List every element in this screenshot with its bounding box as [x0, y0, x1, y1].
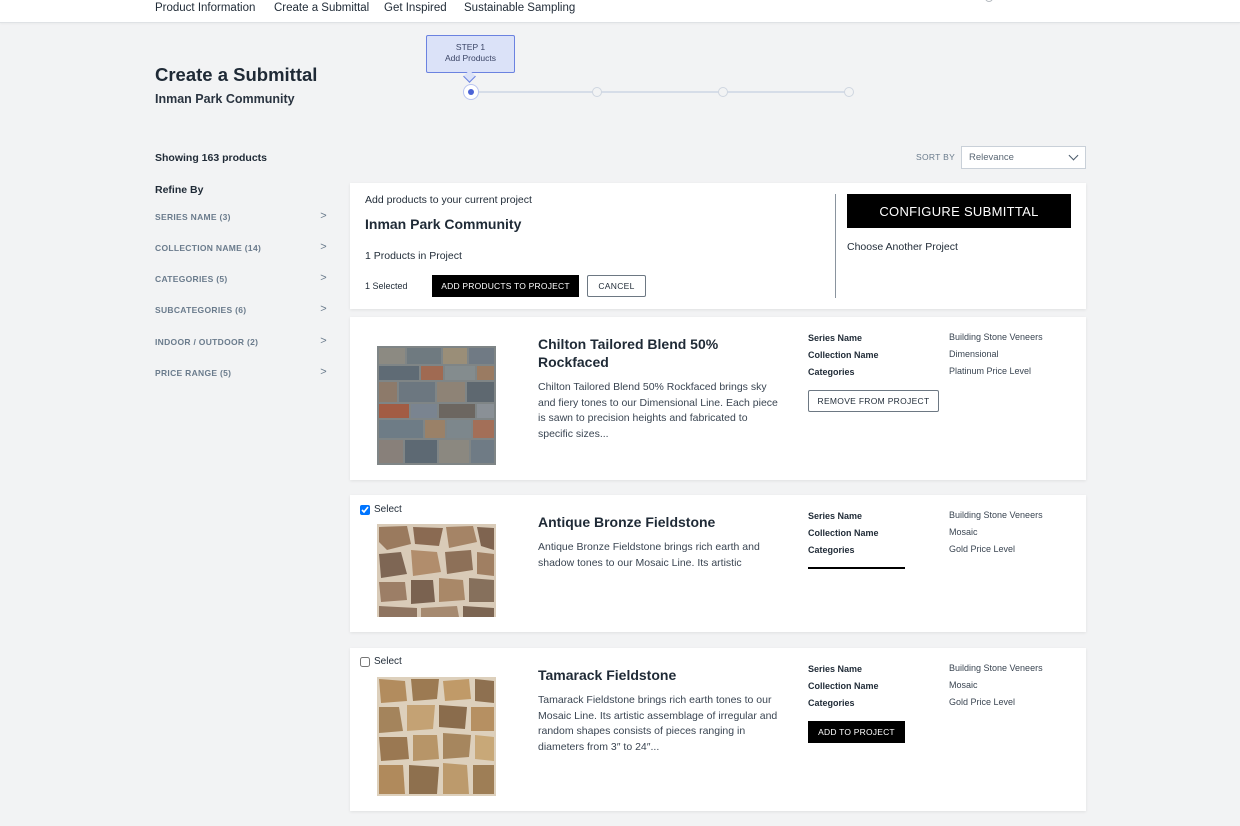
project-product-count: 1 Products in Project — [365, 250, 462, 262]
nav-sustainable-sampling[interactable]: Sustainable Sampling — [464, 2, 575, 14]
product-title[interactable]: Chilton Tailored Blend 50% Rockfaced — [538, 335, 738, 371]
search-icon[interactable] — [985, 0, 993, 2]
filter-subcategories[interactable]: SUBCATEGORIES (6) > — [155, 303, 327, 321]
chevron-right-icon: > — [320, 303, 327, 315]
spec-value: Gold Price Level — [949, 697, 1016, 707]
select-checkbox[interactable] — [360, 504, 370, 515]
spec-label: Series Name — [808, 333, 863, 343]
spec-value: Mosaic — [949, 680, 978, 690]
chevron-right-icon: > — [320, 241, 327, 253]
product-card: Chilton Tailored Blend 50% Rockfaced Chi… — [350, 317, 1086, 480]
spec-value: Platinum Price Level — [949, 366, 1032, 376]
select-checkbox[interactable] — [360, 656, 370, 667]
filter-collection-name[interactable]: COLLECTION NAME (14) > — [155, 241, 327, 259]
spec-label: Series Name — [808, 664, 863, 674]
product-image — [377, 524, 496, 617]
chevron-right-icon: > — [320, 366, 327, 378]
nav-create-submittal[interactable]: Create a Submittal — [274, 2, 369, 14]
filter-label: SERIES NAME (3) — [155, 212, 231, 222]
product-description: Tamarack Fieldstone brings rich earth to… — [538, 694, 778, 753]
sort-value: Relevance — [969, 152, 1014, 163]
chevron-down-icon — [1068, 150, 1079, 161]
spec-label: Series Name — [808, 511, 863, 521]
divider — [835, 194, 836, 298]
spec-value: Building Stone Veneers — [949, 510, 1043, 520]
filter-categories[interactable]: CATEGORIES (5) > — [155, 272, 327, 290]
product-card: Select Tamarack Fieldstone Tamarack Fiel… — [350, 648, 1086, 811]
spec-value: Building Stone Veneers — [949, 663, 1043, 673]
spec-label: Collection Name — [808, 681, 879, 691]
nav-product-information[interactable]: Product Information — [155, 2, 255, 14]
spec-label: Collection Name — [808, 528, 879, 538]
selected-count: 1 Selected — [365, 281, 408, 291]
step-dot-4[interactable] — [844, 87, 854, 97]
add-products-to-project-button[interactable]: ADD PRODUCTS TO PROJECT — [432, 275, 579, 297]
project-subtitle: Inman Park Community — [155, 92, 295, 106]
spec-label: Collection Name — [808, 350, 879, 360]
configure-submittal-button[interactable]: CONFIGURE SUBMITTAL — [847, 194, 1071, 228]
filter-label: PRICE RANGE (5) — [155, 368, 232, 378]
filter-price-range[interactable]: PRICE RANGE (5) > — [155, 366, 327, 384]
results-count: Showing 163 products — [155, 152, 268, 164]
stepper-track — [471, 91, 849, 93]
filter-label: COLLECTION NAME (14) — [155, 243, 262, 253]
product-title[interactable]: Tamarack Fieldstone — [538, 666, 738, 684]
select-label: Select — [374, 656, 402, 667]
project-name: Inman Park Community — [365, 216, 522, 232]
chevron-right-icon: > — [320, 272, 327, 284]
spec-value: Gold Price Level — [949, 544, 1016, 554]
sort-label: SORT BY — [916, 152, 956, 162]
product-description: Antique Bronze Fieldstone brings rich ea… — [538, 541, 760, 569]
chevron-right-icon: > — [320, 210, 327, 222]
choose-another-project-link[interactable]: Choose Another Project — [847, 241, 958, 253]
product-select[interactable]: Select — [360, 656, 402, 667]
step-tooltip: STEP 1 Add Products — [426, 35, 515, 73]
step-dot-2[interactable] — [592, 87, 602, 97]
top-nav: Product Information Create a Submittal G… — [0, 0, 1240, 23]
spec-value: Dimensional — [949, 349, 999, 359]
cancel-button[interactable]: CANCEL — [587, 275, 646, 297]
product-select[interactable]: Select — [360, 504, 402, 515]
filter-label: INDOOR / OUTDOOR (2) — [155, 337, 259, 347]
step-name: Add Products — [444, 53, 497, 63]
spec-label: Categories — [808, 545, 855, 555]
step-dot-3[interactable] — [718, 87, 728, 97]
select-label: Select — [374, 504, 402, 515]
chevron-right-icon: > — [320, 335, 327, 347]
product-image — [377, 677, 496, 796]
action-button-partial[interactable] — [808, 567, 905, 569]
product-description: Chilton Tailored Blend 50% Rockfaced bri… — [538, 381, 778, 440]
filter-indoor-outdoor[interactable]: INDOOR / OUTDOOR (2) > — [155, 335, 327, 353]
filter-label: SUBCATEGORIES (6) — [155, 305, 247, 315]
nav-get-inspired[interactable]: Get Inspired — [384, 2, 447, 14]
filter-series-name[interactable]: SERIES NAME (3) > — [155, 210, 327, 228]
filter-label: CATEGORIES (5) — [155, 274, 228, 284]
product-title[interactable]: Antique Bronze Fieldstone — [538, 513, 738, 531]
add-to-project-button[interactable]: ADD TO PROJECT — [808, 721, 905, 743]
remove-from-project-button[interactable]: REMOVE FROM PROJECT — [808, 390, 939, 412]
product-card: Select Antique Bronze Fieldstone Antique… — [350, 495, 1086, 632]
project-panel: Add products to your current project Inm… — [350, 183, 1086, 309]
refine-by-heading: Refine By — [155, 184, 204, 196]
sort-select[interactable]: Relevance — [961, 146, 1086, 169]
step-number: STEP 1 — [455, 42, 486, 52]
spec-value: Mosaic — [949, 527, 978, 537]
product-image — [377, 346, 496, 465]
page-title: Create a Submittal — [155, 64, 318, 85]
spec-label: Categories — [808, 698, 855, 708]
spec-value: Building Stone Veneers — [949, 332, 1043, 342]
project-intro: Add products to your current project — [365, 194, 532, 206]
step-dot-1[interactable] — [463, 84, 479, 100]
spec-label: Categories — [808, 367, 855, 377]
